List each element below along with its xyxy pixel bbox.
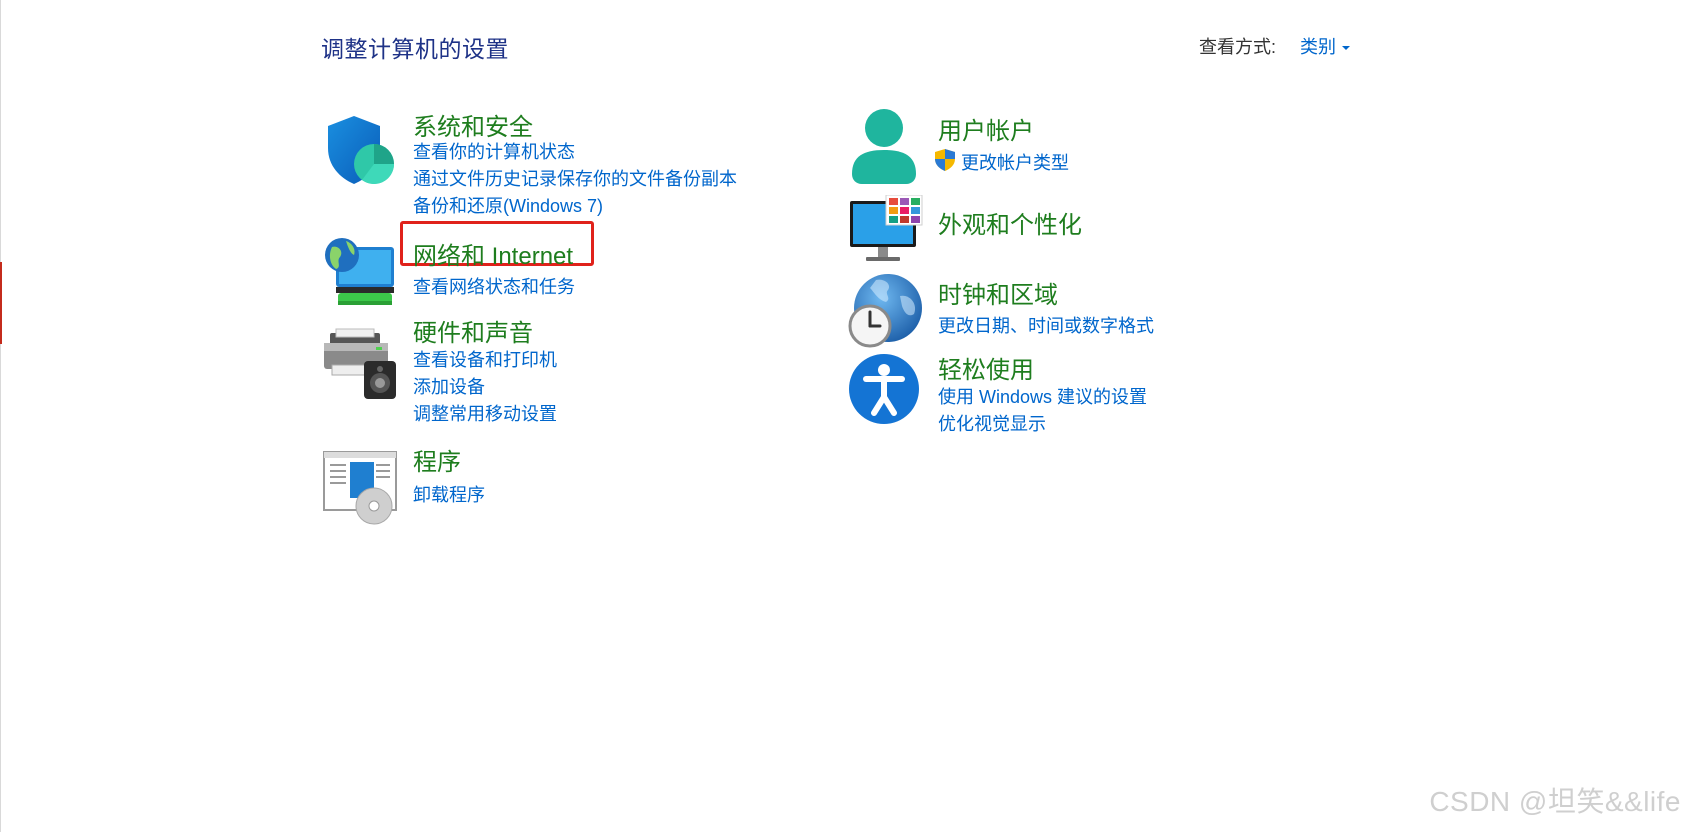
category-appearance-personalization[interactable]: 外观和个性化 [938, 205, 1082, 240]
link-uninstall-program[interactable]: 卸载程序 [413, 481, 485, 507]
caret-down-icon [1342, 46, 1350, 51]
link-file-history-backup[interactable]: 通过文件历史记录保存你的文件备份副本 [413, 165, 737, 191]
printer-speaker-icon[interactable] [322, 325, 398, 401]
link-optimize-visual-display[interactable]: 优化视觉显示 [938, 410, 1046, 436]
user-icon[interactable] [848, 108, 924, 184]
globe-clock-icon[interactable] [848, 272, 924, 348]
page-title: 调整计算机的设置 [321, 36, 509, 62]
network-globe-icon[interactable] [322, 235, 398, 311]
category-user-accounts[interactable]: 用户帐户 [938, 111, 1034, 146]
link-change-account-type[interactable]: 更改帐户类型 [961, 149, 1069, 175]
view-by-dropdown[interactable]: 类别 [1300, 33, 1350, 59]
category-network-internet[interactable]: 网络和 Internet [413, 236, 573, 271]
category-programs[interactable]: 程序 [413, 442, 461, 477]
link-devices-printers[interactable]: 查看设备和打印机 [413, 346, 557, 372]
link-windows-suggested-settings[interactable]: 使用 Windows 建议的设置 [938, 383, 1147, 409]
shield-icon[interactable] [322, 112, 398, 188]
link-network-status-tasks[interactable]: 查看网络状态和任务 [413, 273, 575, 299]
link-add-device[interactable]: 添加设备 [413, 373, 485, 399]
category-ease-of-access[interactable]: 轻松使用 [938, 350, 1034, 385]
category-system-security[interactable]: 系统和安全 [413, 107, 533, 142]
link-change-date-time-format[interactable]: 更改日期、时间或数字格式 [938, 312, 1154, 338]
link-backup-restore[interactable]: 备份和还原(Windows 7) [413, 192, 603, 218]
monitor-personalize-icon[interactable] [848, 195, 924, 271]
link-view-computer-status[interactable]: 查看你的计算机状态 [413, 138, 575, 164]
watermark: CSDN @坦笑&&life [1429, 786, 1681, 817]
window-left-edge [0, 0, 1, 832]
category-hardware-sound[interactable]: 硬件和声音 [413, 313, 533, 348]
accessibility-icon[interactable] [848, 353, 924, 429]
uac-shield-icon [934, 148, 956, 172]
link-mobility-settings[interactable]: 调整常用移动设置 [413, 400, 557, 426]
view-by-label: 查看方式: [1199, 37, 1277, 57]
window-left-accent [0, 262, 2, 344]
programs-disc-icon[interactable] [322, 450, 398, 526]
category-clock-region[interactable]: 时钟和区域 [938, 275, 1058, 310]
view-by-value: 类别 [1300, 37, 1336, 57]
